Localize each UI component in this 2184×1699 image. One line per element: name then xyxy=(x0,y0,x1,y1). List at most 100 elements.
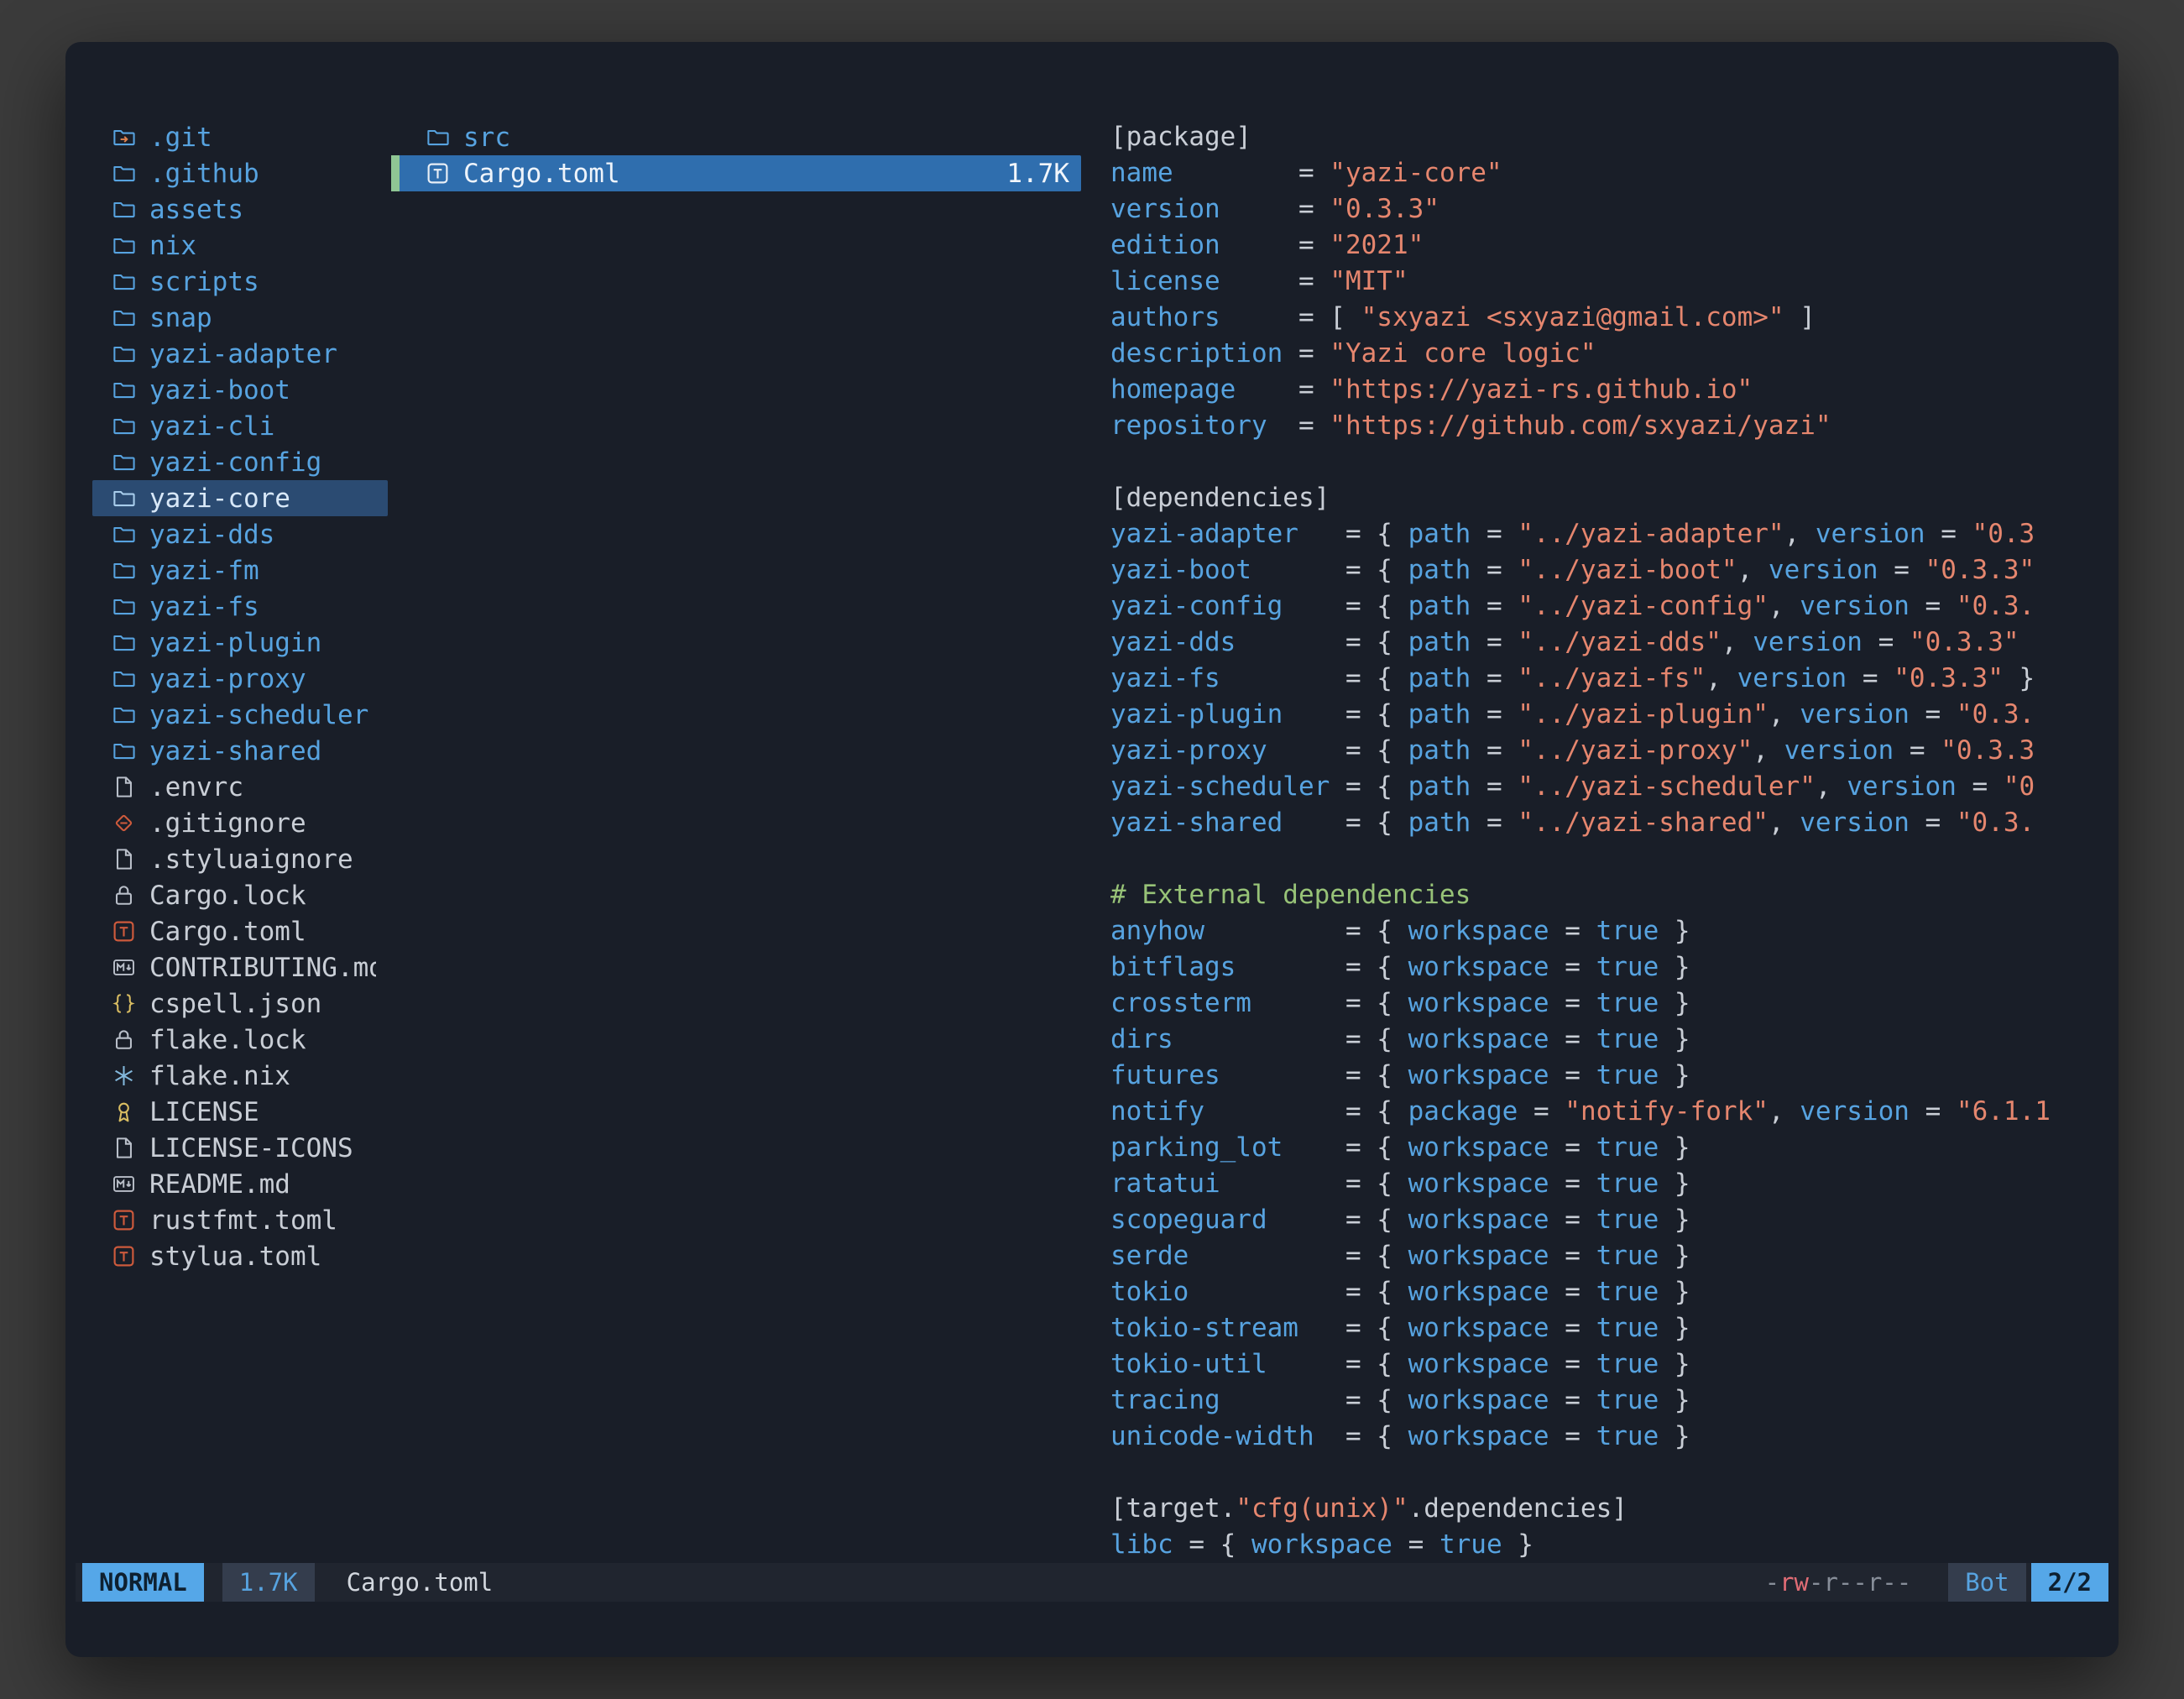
toml-icon xyxy=(107,1205,139,1236)
file-item-Cargo.lock[interactable]: Cargo.lock xyxy=(92,877,388,913)
selection-marker xyxy=(391,155,400,191)
preview-line: tokio = { workspace = true } xyxy=(1110,1274,2109,1310)
folder-icon xyxy=(107,483,139,515)
dir-item-yazi-scheduler[interactable]: yazi-scheduler xyxy=(92,697,388,733)
file-item-CONTRIBUTING.md[interactable]: CONTRIBUTING.md xyxy=(92,949,388,985)
dir-item-yazi-boot[interactable]: yazi-boot xyxy=(92,372,388,408)
dir-item-src[interactable]: src xyxy=(391,119,1081,155)
file-item-flake.nix[interactable]: flake.nix xyxy=(92,1058,388,1094)
file-item-flake.lock[interactable]: flake.lock xyxy=(92,1022,388,1058)
dir-item-.git[interactable]: .git xyxy=(92,119,388,155)
item-label: LICENSE xyxy=(149,1097,259,1127)
preview-line: yazi-boot = { path = "../yazi-boot", ver… xyxy=(1110,552,2109,588)
item-label: Cargo.toml xyxy=(149,917,306,947)
dir-item-yazi-fm[interactable]: yazi-fm xyxy=(92,552,388,588)
preview-line: # External dependencies xyxy=(1110,877,2109,913)
file-icon xyxy=(107,844,139,876)
folder-icon xyxy=(107,194,139,226)
toml-icon xyxy=(421,158,453,190)
item-label: flake.nix xyxy=(149,1061,290,1091)
item-label: yazi-fm xyxy=(149,556,259,586)
preview-line: name = "yazi-core" xyxy=(1110,155,2109,191)
item-label: .git xyxy=(149,123,212,153)
folder-icon xyxy=(107,555,139,587)
dir-item-yazi-proxy[interactable]: yazi-proxy xyxy=(92,661,388,697)
item-label: scripts xyxy=(149,267,259,297)
dir-item-nix[interactable]: nix xyxy=(92,227,388,264)
item-label: src xyxy=(463,123,510,153)
preview-line xyxy=(1110,1455,2109,1491)
preview-line: yazi-dds = { path = "../yazi-dds", versi… xyxy=(1110,625,2109,661)
file-item-rustfmt.toml[interactable]: rustfmt.toml xyxy=(92,1202,388,1238)
item-label: .github xyxy=(149,159,259,189)
preview-line: crossterm = { workspace = true } xyxy=(1110,985,2109,1022)
file-item-README.md[interactable]: README.md xyxy=(92,1166,388,1202)
file-item-.envrc[interactable]: .envrc xyxy=(92,769,388,805)
file-item-stylua.toml[interactable]: stylua.toml xyxy=(92,1238,388,1274)
file-icon xyxy=(107,1132,139,1164)
preview-line: anyhow = { workspace = true } xyxy=(1110,913,2109,949)
dir-item-yazi-cli[interactable]: yazi-cli xyxy=(92,408,388,444)
file-item-.styluaignore[interactable]: .styluaignore xyxy=(92,841,388,877)
dir-item-assets[interactable]: assets xyxy=(92,191,388,227)
dir-item-yazi-core[interactable]: yazi-core xyxy=(92,480,388,516)
dir-item-yazi-fs[interactable]: yazi-fs xyxy=(92,588,388,625)
file-size-badge: 1.7K xyxy=(222,1563,315,1602)
item-label: cspell.json xyxy=(149,989,321,1019)
preview-line: [target."cfg(unix)".dependencies] xyxy=(1110,1491,2109,1527)
preview-line: tracing = { workspace = true } xyxy=(1110,1383,2109,1419)
item-label: yazi-plugin xyxy=(149,628,321,658)
preview-line: scopeguard = { workspace = true } xyxy=(1110,1202,2109,1238)
dir-item-yazi-dds[interactable]: yazi-dds xyxy=(92,516,388,552)
scroll-position-badge: Bot xyxy=(1948,1563,2025,1602)
dir-item-yazi-adapter[interactable]: yazi-adapter xyxy=(92,336,388,372)
perm-prefix: - xyxy=(1765,1568,1779,1597)
preview-line: unicode-width = { workspace = true } xyxy=(1110,1419,2109,1455)
preview-line: license = "MIT" xyxy=(1110,264,2109,300)
file-item-LICENSE-ICONS[interactable]: LICENSE-ICONS xyxy=(92,1130,388,1166)
file-item-LICENSE[interactable]: LICENSE xyxy=(92,1094,388,1130)
braces-icon xyxy=(107,988,139,1020)
preview-line: serde = { workspace = true } xyxy=(1110,1238,2109,1274)
preview-line: yazi-fs = { path = "../yazi-fs", version… xyxy=(1110,661,2109,697)
preview-pane[interactable]: [package]name = "yazi-core"version = "0.… xyxy=(1110,119,2109,1563)
folder-icon xyxy=(107,230,139,262)
perm-rest: -r--r-- xyxy=(1809,1568,1911,1597)
mode-badge: NORMAL xyxy=(82,1563,204,1602)
folder-icon xyxy=(107,410,139,442)
folder-icon xyxy=(421,122,453,154)
preview-line: description = "Yazi core logic" xyxy=(1110,336,2109,372)
file-icon xyxy=(107,771,139,803)
file-permissions: -rw-r--r-- xyxy=(1765,1568,1912,1597)
folder-icon xyxy=(107,158,139,190)
git-icon xyxy=(107,808,139,839)
item-label: yazi-cli xyxy=(149,411,274,442)
item-label: assets xyxy=(149,195,243,225)
dir-item-yazi-config[interactable]: yazi-config xyxy=(92,444,388,480)
dir-item-.github[interactable]: .github xyxy=(92,155,388,191)
preview-line: repository = "https://github.com/sxyazi/… xyxy=(1110,408,2109,444)
terminal-window: .git .github assetsnixscriptssnapyazi-adap… xyxy=(65,42,2119,1657)
preview-line: [dependencies] xyxy=(1110,480,2109,516)
preview-line: authors = [ "sxyazi <sxyazi@gmail.com>" … xyxy=(1110,300,2109,336)
item-label: yazi-proxy xyxy=(149,664,306,694)
file-item-Cargo.toml[interactable]: Cargo.toml1.7K xyxy=(391,155,1081,191)
file-item-cspell.json[interactable]: cspell.json xyxy=(92,985,388,1022)
folder-icon xyxy=(107,663,139,695)
markdown-icon xyxy=(107,952,139,984)
preview-line: parking_lot = { workspace = true } xyxy=(1110,1130,2109,1166)
dir-item-snap[interactable]: snap xyxy=(92,300,388,336)
folder-icon xyxy=(107,374,139,406)
item-label: Cargo.toml xyxy=(463,159,620,189)
file-item-.gitignore[interactable]: .gitignore xyxy=(92,805,388,841)
folder-icon xyxy=(107,735,139,767)
dir-item-yazi-shared[interactable]: yazi-shared xyxy=(92,733,388,769)
preview-line: bitflags = { workspace = true } xyxy=(1110,949,2109,985)
item-label: README.md xyxy=(149,1169,290,1200)
preview-line: [package] xyxy=(1110,119,2109,155)
file-item-Cargo.toml[interactable]: Cargo.toml xyxy=(92,913,388,949)
license-icon xyxy=(107,1096,139,1128)
dir-item-scripts[interactable]: scripts xyxy=(92,264,388,300)
dir-item-yazi-plugin[interactable]: yazi-plugin xyxy=(92,625,388,661)
toml-icon xyxy=(107,1241,139,1273)
